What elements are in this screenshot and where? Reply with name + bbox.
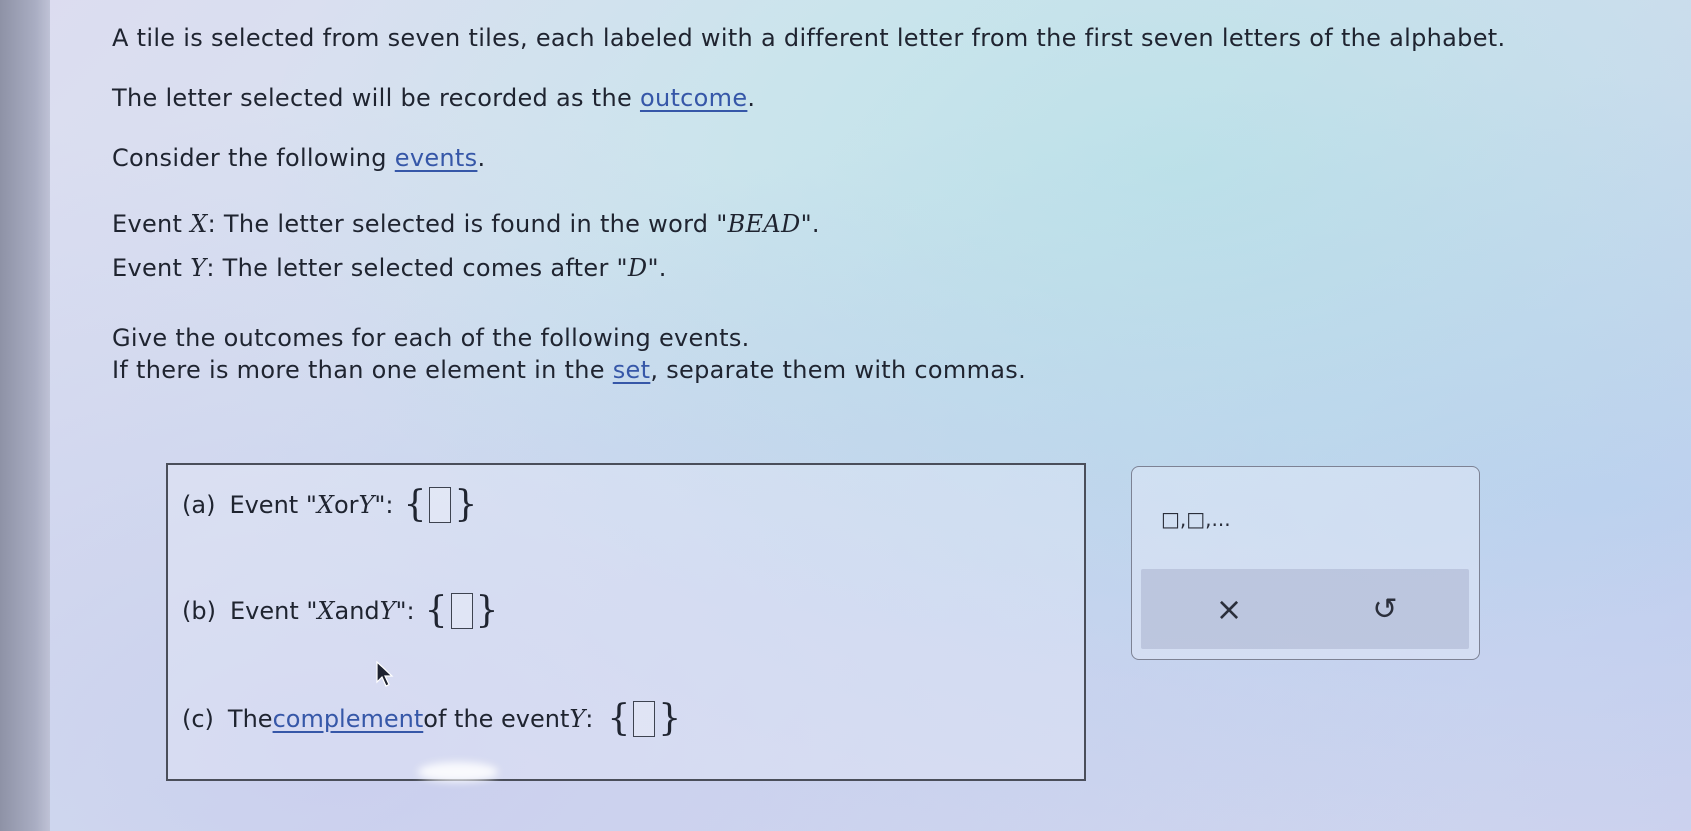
mouse-pointer-icon [375,660,399,692]
close-brace: } [475,590,499,631]
part-b-answer-input[interactable] [450,593,473,629]
event-y-definition: Event Y: The letter selected comes after… [112,254,667,282]
open-brace: { [403,484,427,525]
instruction-line-2: If there is more than one element in the… [112,356,1027,384]
problem-line-1: A tile is selected from seven tiles, eac… [112,24,1506,52]
bead-word: BEAD [727,210,801,238]
math-keypad: □,□,... × ↺ [1131,466,1480,660]
close-icon: × [1215,590,1243,628]
open-brace: { [607,698,631,739]
problem-line-2: The letter selected will be recorded as … [112,84,756,112]
undo-button[interactable]: ↺ [1355,583,1415,635]
keypad-action-bar: × ↺ [1141,569,1469,649]
undo-icon: ↺ [1372,591,1398,627]
part-b: (b) Event " X and Y ": {} [182,590,499,631]
answer-panel: (a) Event " X or Y ": {} (b) Event " X and … [166,463,1086,781]
letter-d: D [627,254,648,282]
part-c-answer-input[interactable] [633,701,656,737]
event-y-variable: Y [190,254,207,282]
set-link[interactable]: set [613,356,651,384]
screen-glare [418,762,498,782]
part-a-answer-input[interactable] [429,487,452,523]
event-x-definition: Event X: The letter selected is found in… [112,210,820,238]
open-brace: { [424,590,448,631]
part-c: (c) The complement of the event Y: {} [182,698,682,739]
complement-link[interactable]: complement [273,705,424,733]
close-brace: } [454,484,478,525]
close-brace: } [658,698,682,739]
set-list-template-button[interactable]: □,□,... [1161,507,1231,531]
events-link[interactable]: events [395,144,478,172]
part-a: (a) Event " X or Y ": {} [182,484,478,525]
event-x-variable: X [190,210,208,238]
instruction-line-1: Give the outcomes for each of the follow… [112,324,750,352]
outcome-link[interactable]: outcome [640,84,747,112]
problem-line-3: Consider the following events. [112,144,486,172]
clear-button[interactable]: × [1199,583,1259,635]
screen-bezel [0,0,50,831]
